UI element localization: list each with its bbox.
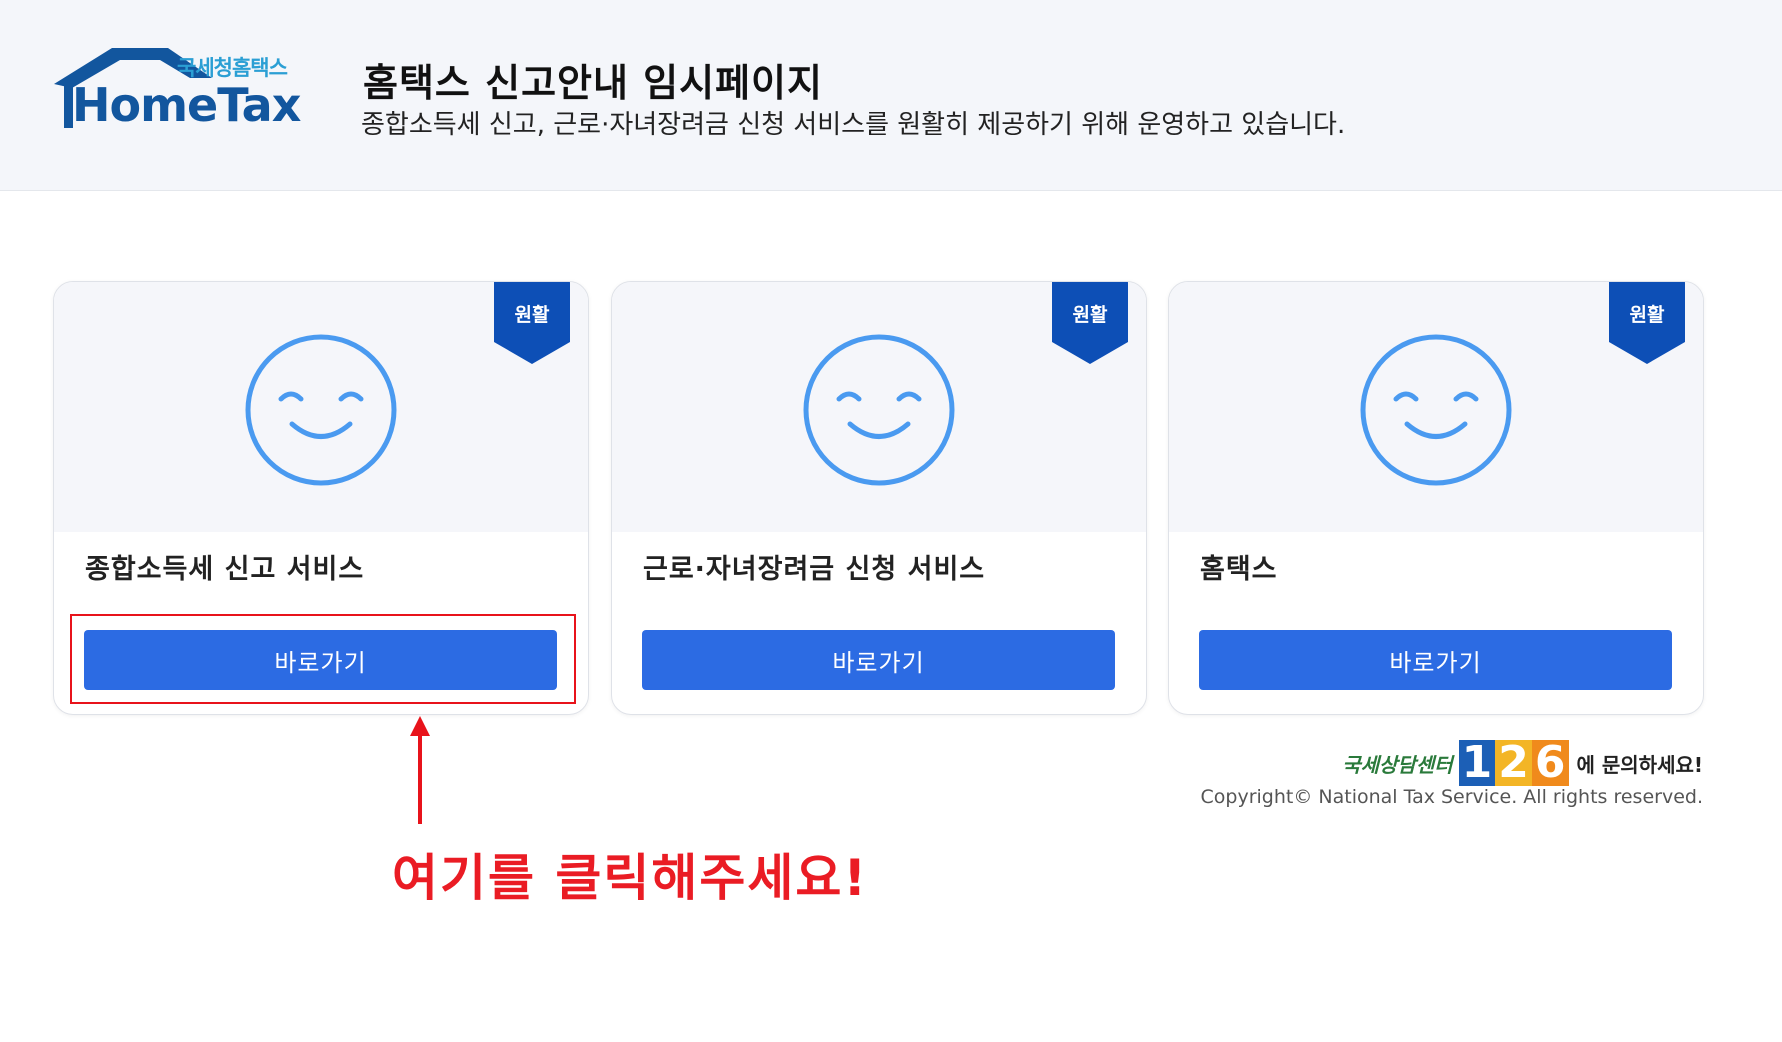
arrow-up-icon xyxy=(410,716,430,824)
status-ribbon: 원활 xyxy=(1052,282,1128,364)
copyright-text: Copyright© National Tax Service. All rig… xyxy=(1200,786,1703,808)
service-card-hometax: 원활 홈택스 바로가기 xyxy=(1168,281,1704,715)
go-button-incentive[interactable]: 바로가기 xyxy=(642,630,1115,690)
call-center-digit: 6 xyxy=(1531,740,1569,786)
card-image-area: 원활 xyxy=(54,282,588,532)
status-badge: 원활 xyxy=(1629,304,1665,326)
call-center-banner: 국세상담센터 1 2 6 에 문의하세요! xyxy=(1342,740,1703,786)
go-button-hometax[interactable]: 바로가기 xyxy=(1199,630,1672,690)
call-center-ask: 에 문의하세요! xyxy=(1576,752,1703,777)
call-center-digit: 1 xyxy=(1458,740,1496,786)
card-title: 종합소득세 신고 서비스 xyxy=(85,554,365,585)
highlight-box xyxy=(70,614,576,704)
call-center-digit: 2 xyxy=(1495,740,1532,786)
logo-english-text: HomeTax xyxy=(72,78,301,132)
smiley-icon xyxy=(1360,334,1512,486)
smiley-icon xyxy=(803,334,955,486)
card-title: 홈택스 xyxy=(1200,554,1278,585)
click-here-annotation: 여기를 클릭해주세요! xyxy=(392,849,869,907)
status-ribbon: 원활 xyxy=(1609,282,1685,364)
card-image-area: 원활 xyxy=(612,282,1146,532)
card-image-area: 원활 xyxy=(1169,282,1703,532)
card-title: 근로·자녀장려금 신청 서비스 xyxy=(643,554,986,585)
status-ribbon: 원활 xyxy=(494,282,570,364)
service-card-incentive: 원활 근로·자녀장려금 신청 서비스 바로가기 xyxy=(611,281,1147,715)
status-badge: 원활 xyxy=(514,304,550,326)
status-badge: 원활 xyxy=(1072,304,1108,326)
call-center-name: 국세상담센터 xyxy=(1342,752,1453,777)
page-header: 국세청홈택스 HomeTax 홈택스 신고안내 임시페이지 종합소득세 신고, … xyxy=(0,0,1782,191)
smiley-icon xyxy=(245,334,397,486)
page-title: 홈택스 신고안내 임시페이지 xyxy=(363,61,823,105)
page-subtitle: 종합소득세 신고, 근로·자녀장려금 신청 서비스를 원활히 제공하기 위해 운… xyxy=(361,110,1346,140)
hometax-logo[interactable]: 국세청홈택스 HomeTax xyxy=(50,48,310,133)
